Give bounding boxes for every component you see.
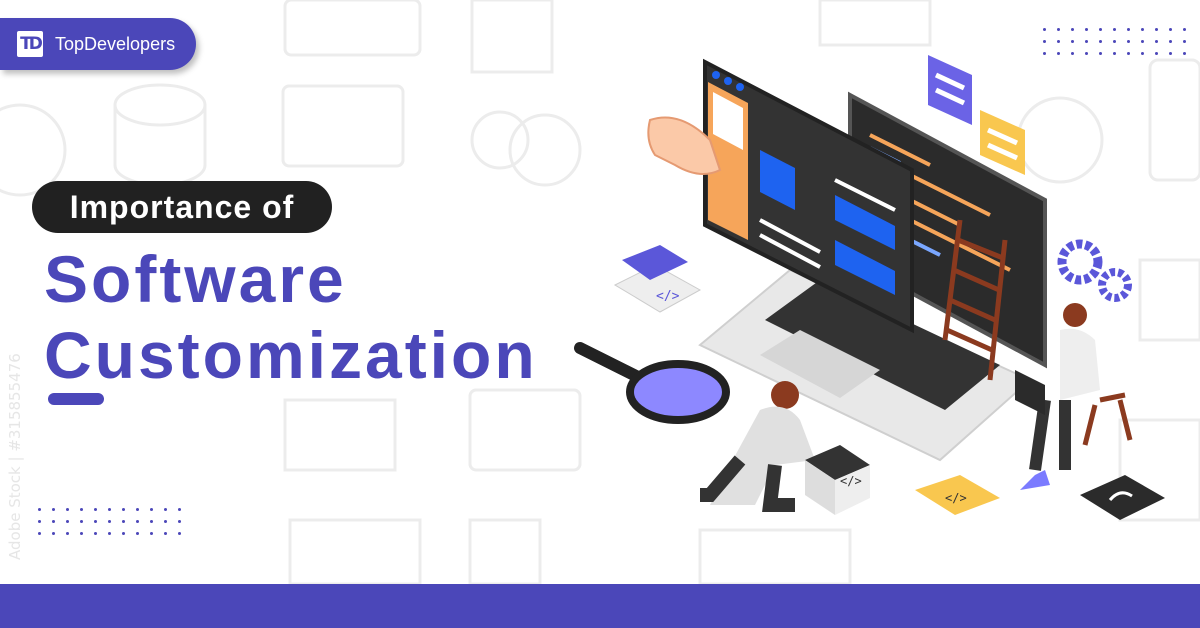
brand-badge[interactable]: TD TopDevelopers — [0, 18, 196, 70]
chair — [1082, 392, 1133, 446]
gear-icon — [1057, 239, 1103, 285]
person-woman — [710, 406, 815, 505]
magnifier-handle — [574, 342, 646, 384]
watermark: Adobe Stock | #315855476 — [6, 353, 24, 560]
gear-icon — [1098, 268, 1132, 302]
person-man-head — [1063, 303, 1087, 327]
code-tag-1: </> — [656, 289, 680, 304]
footer-bar — [0, 584, 1200, 628]
dark-tile — [1080, 475, 1165, 520]
brand-logo: TD — [17, 31, 43, 57]
code-tag-3: </> — [945, 491, 967, 505]
person-woman-head — [771, 381, 799, 409]
person-man — [1060, 328, 1100, 400]
dots-decoration-bottom — [38, 508, 181, 535]
magnifier-icon — [626, 360, 730, 424]
brand-name: TopDevelopers — [55, 33, 176, 54]
developer-illustration: </> </> </> — [574, 55, 1165, 520]
eyebrow-pill: Importance of — [32, 181, 332, 233]
man-laptop — [1015, 370, 1045, 415]
purple-card — [928, 55, 972, 125]
headline-line-2: Customization — [44, 318, 538, 392]
code-tag-2: </> — [840, 474, 862, 488]
headline-line-1: Software — [44, 242, 347, 316]
yellow-card — [980, 110, 1025, 175]
headline-underline — [48, 393, 104, 405]
